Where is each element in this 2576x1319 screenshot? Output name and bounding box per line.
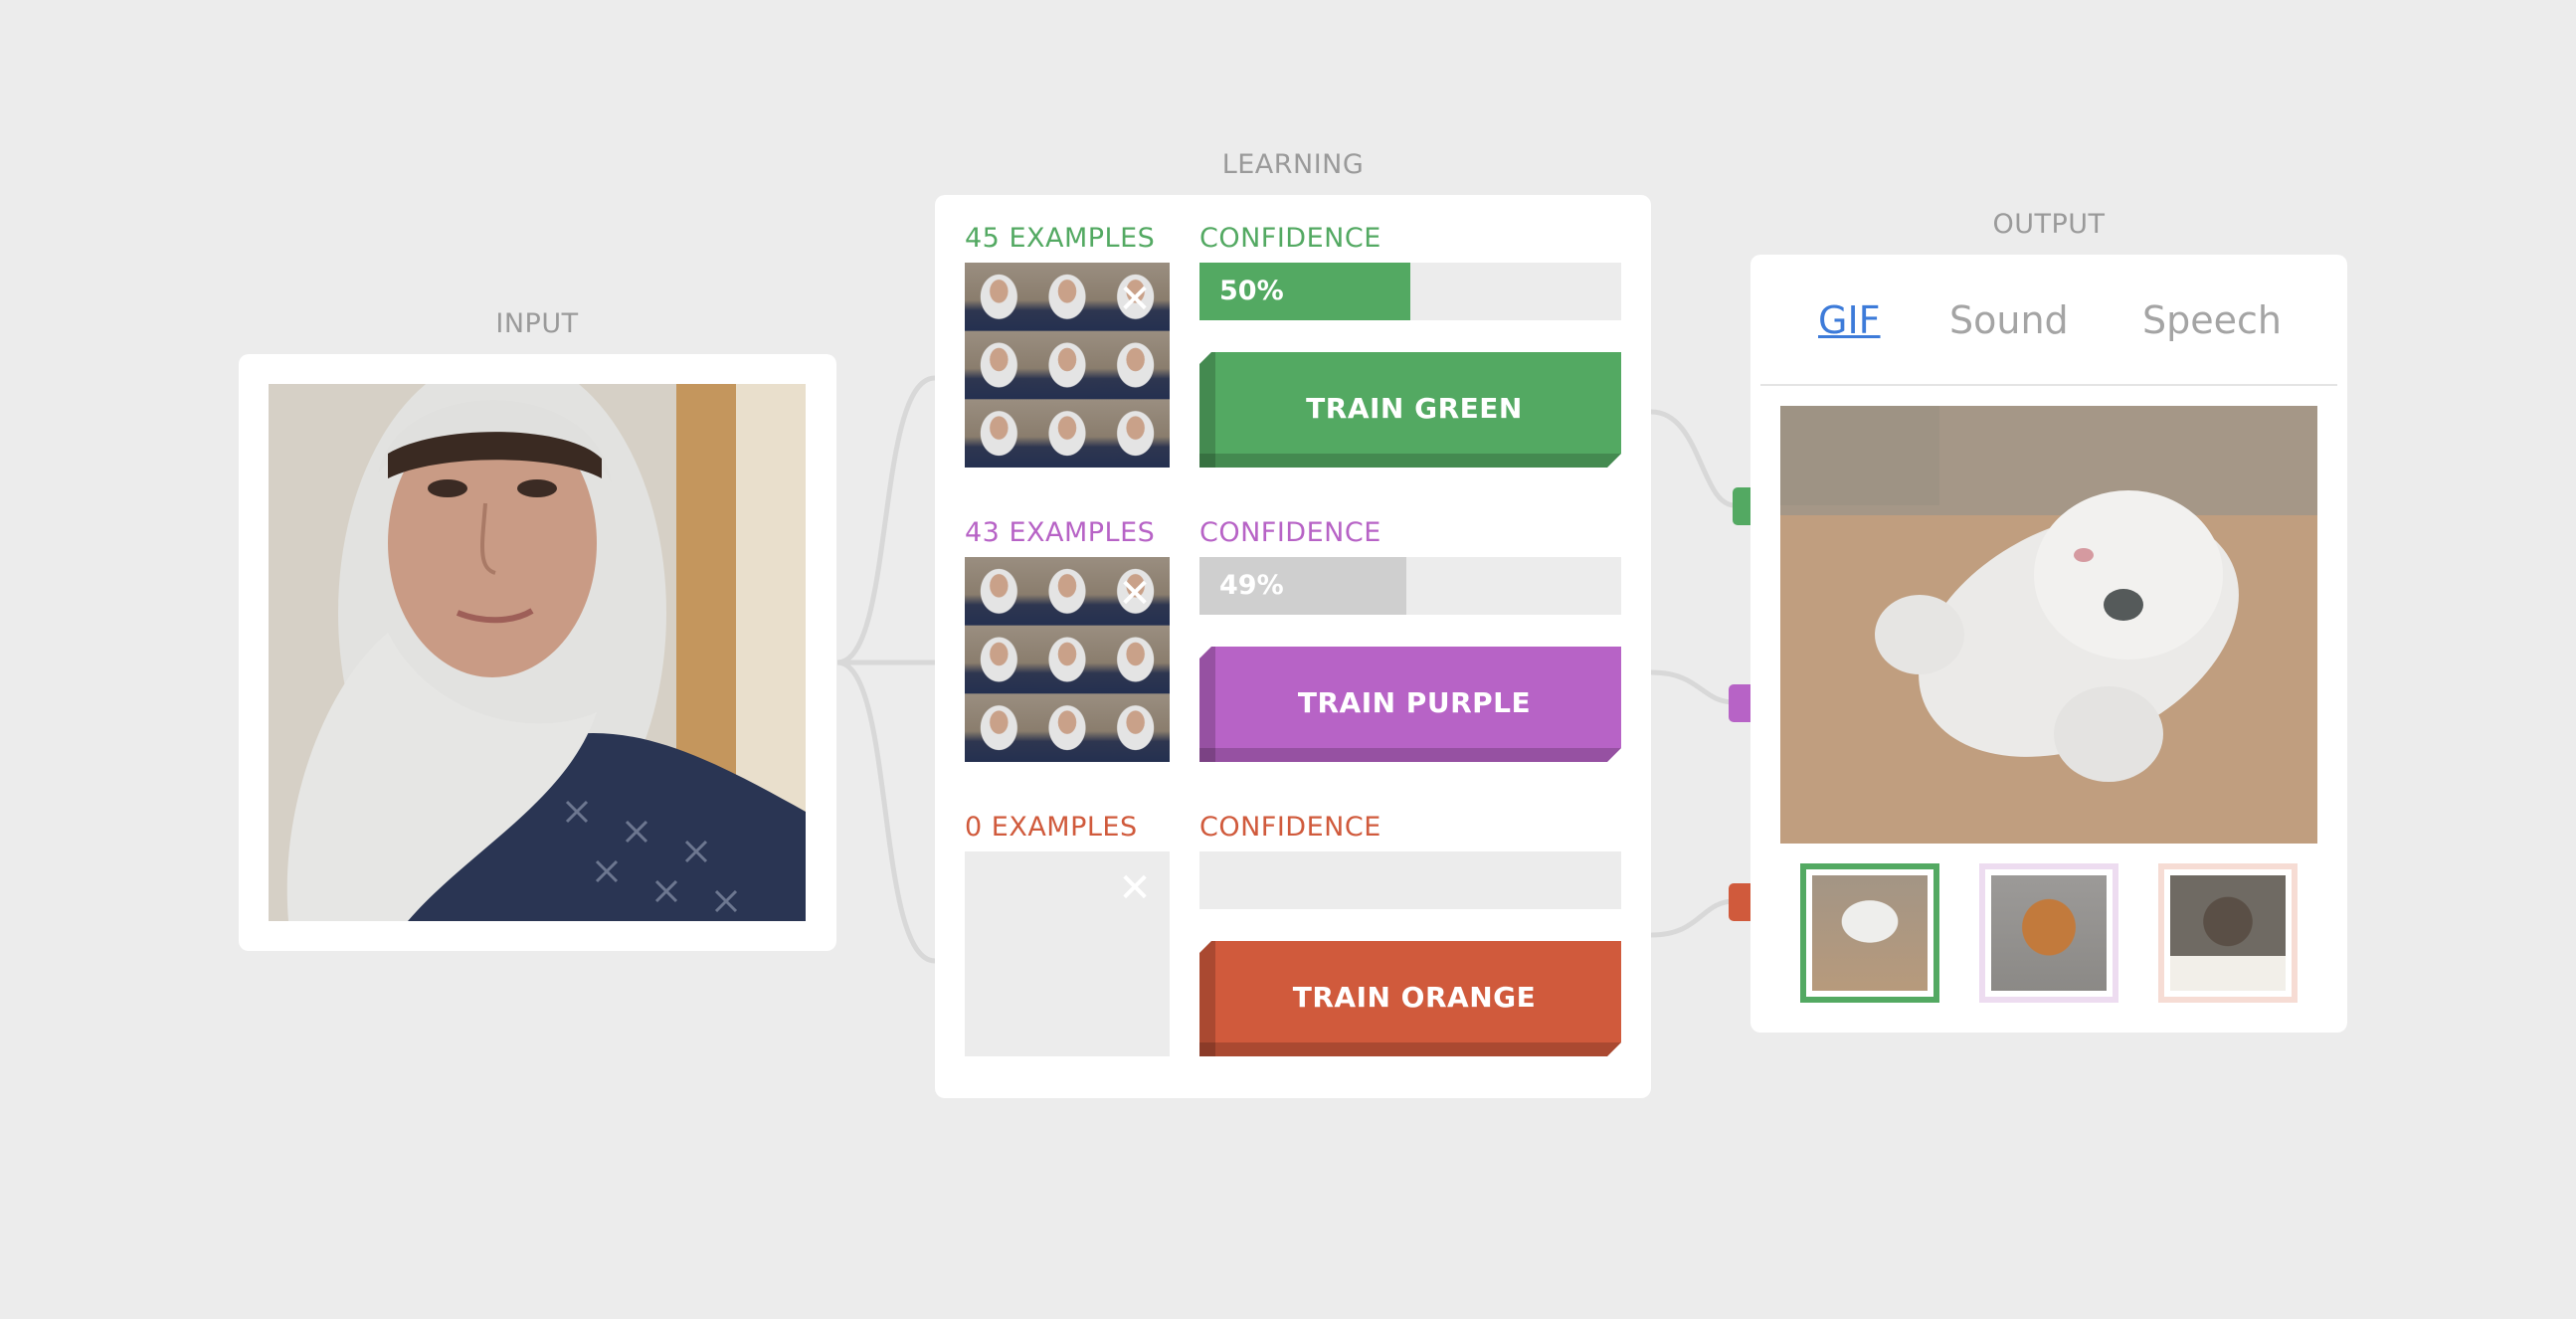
purple-example-thumbnails: ✕: [965, 557, 1170, 762]
learning-panel: 45 EXAMPLES CONFIDENCE ✕ 50% TRAIN GREEN 43 E…: [935, 195, 1651, 1098]
purple-confidence-bar: 49%: [1199, 557, 1621, 615]
green-example-thumbnails: ✕: [965, 263, 1170, 468]
tabby-cat-image: [2170, 875, 2286, 991]
tab-speech[interactable]: Speech: [2142, 298, 2282, 342]
purple-confidence-label: CONFIDENCE: [1199, 517, 1381, 548]
green-confidence-bar: 50%: [1199, 263, 1621, 320]
tab-gif[interactable]: GIF: [1818, 298, 1881, 342]
gif-preview: [1780, 406, 2317, 844]
class-orange: 0 EXAMPLES CONFIDENCE ✕ TRAIN ORANGE: [965, 812, 1621, 1058]
green-confidence-value: 50%: [1219, 276, 1284, 306]
gif-thumbnail-orange-dog[interactable]: [1979, 863, 2118, 1003]
purple-examples-count: 43 EXAMPLES: [965, 517, 1156, 548]
purple-port: [1729, 684, 1750, 722]
output-panel: GIF Sound Speech: [1750, 255, 2347, 1033]
train-green-button[interactable]: TRAIN GREEN: [1199, 352, 1621, 468]
input-panel: [239, 354, 836, 951]
orange-port: [1729, 883, 1750, 921]
green-examples-count: 45 EXAMPLES: [965, 223, 1156, 254]
train-green-label: TRAIN GREEN: [1306, 391, 1523, 425]
orange-dog-image: [1991, 875, 2107, 991]
class-purple: 43 EXAMPLES CONFIDENCE ✕ 49% TRAIN PURPLE: [965, 517, 1621, 764]
gif-thumbnail-tabby-cat[interactable]: [2158, 863, 2298, 1003]
orange-confidence-bar: [1199, 851, 1621, 909]
tab-sound[interactable]: Sound: [1949, 298, 2069, 342]
orange-example-thumbnails: ✕: [965, 851, 1170, 1056]
train-purple-label: TRAIN PURPLE: [1297, 685, 1532, 719]
close-icon[interactable]: ✕: [1118, 574, 1152, 614]
webcam-feed: [269, 384, 806, 921]
tab-divider: [1760, 384, 2337, 386]
orange-confidence-label: CONFIDENCE: [1199, 812, 1381, 843]
train-orange-label: TRAIN ORANGE: [1292, 980, 1537, 1014]
close-icon[interactable]: ✕: [1118, 280, 1152, 319]
white-cat-image: [1812, 875, 1928, 991]
purple-confidence-value: 49%: [1219, 570, 1284, 601]
gif-thumbnail-white-cat[interactable]: [1800, 863, 1939, 1003]
train-orange-button[interactable]: TRAIN ORANGE: [1199, 941, 1621, 1056]
close-icon[interactable]: ✕: [1118, 868, 1152, 908]
train-purple-button[interactable]: TRAIN PURPLE: [1199, 647, 1621, 762]
orange-examples-count: 0 EXAMPLES: [965, 812, 1138, 843]
green-confidence-label: CONFIDENCE: [1199, 223, 1381, 254]
class-green: 45 EXAMPLES CONFIDENCE ✕ 50% TRAIN GREEN: [965, 223, 1621, 470]
